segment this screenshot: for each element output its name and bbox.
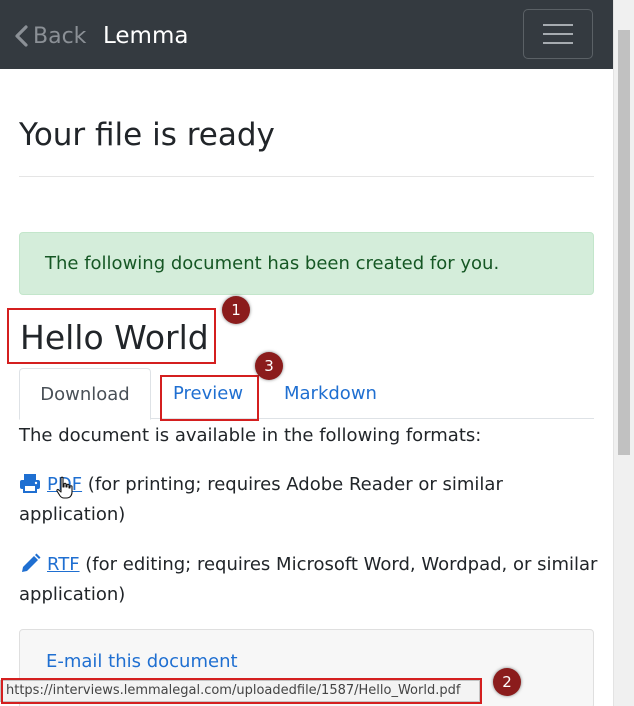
- hamburger-menu-icon: [543, 24, 573, 26]
- formats-intro: The document is available in the followi…: [19, 425, 482, 446]
- navbar: Back Lemma: [0, 0, 613, 69]
- pencil-icon: [22, 553, 41, 572]
- highlight-box-url: [1, 678, 482, 704]
- chevron-left-icon: [15, 25, 28, 47]
- printer-icon: [20, 474, 40, 493]
- alert-message: The following document has been created …: [45, 253, 500, 274]
- rtf-description: (for editing; requires Microsoft Word, W…: [19, 554, 598, 605]
- tab-markdown[interactable]: Markdown: [284, 368, 377, 419]
- tab-download[interactable]: Download: [19, 368, 151, 420]
- back-label: Back: [33, 23, 87, 49]
- pdf-description: (for printing; requires Adobe Reader or …: [19, 474, 503, 525]
- rtf-link[interactable]: RTF: [47, 554, 80, 575]
- brand-title[interactable]: Lemma: [103, 20, 188, 52]
- highlight-box-title: [7, 308, 216, 364]
- annotation-marker-3: 3: [255, 352, 283, 380]
- email-document-link[interactable]: E-mail this document: [46, 651, 238, 672]
- annotation-marker-1: 1: [222, 296, 250, 324]
- back-button[interactable]: Back: [14, 20, 86, 52]
- scrollbar-thumb[interactable]: [618, 30, 630, 455]
- format-item-rtf: RTF (for editing; requires Microsoft Wor…: [19, 550, 599, 610]
- hamburger-menu-icon: [543, 33, 573, 35]
- hand-pointer-cursor-icon: [56, 476, 73, 499]
- format-item-pdf: PDF (for printing; requires Adobe Reader…: [19, 470, 599, 530]
- divider: [19, 176, 594, 177]
- menu-toggle-button[interactable]: [523, 9, 593, 59]
- vertical-scrollbar[interactable]: [613, 0, 634, 706]
- success-alert: The following document has been created …: [19, 232, 594, 295]
- page-title: Your file is ready: [19, 117, 275, 153]
- highlight-box-preview: [160, 375, 259, 421]
- annotation-marker-2: 2: [493, 668, 521, 696]
- document-tabs: Download Preview Markdown: [19, 368, 594, 420]
- hamburger-menu-icon: [543, 42, 573, 44]
